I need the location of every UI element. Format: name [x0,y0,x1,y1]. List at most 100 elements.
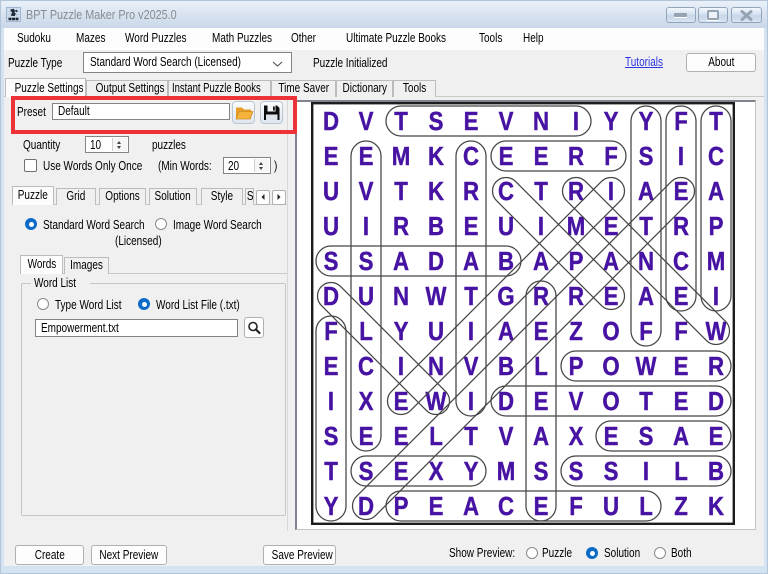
svg-text:C: C [673,248,689,277]
svg-text:F: F [604,143,618,172]
svg-text:Y: Y [324,493,339,522]
svg-text:E: E [429,493,444,522]
svg-text:N: N [428,353,444,382]
svg-text:E: E [394,388,409,417]
svg-text:E: E [324,353,339,382]
svg-text:I: I [468,388,474,417]
svg-text:G: G [497,283,514,312]
svg-text:A: A [673,423,689,452]
svg-text:Z: Z [569,318,583,347]
svg-text:E: E [604,283,619,312]
svg-text:M: M [392,143,411,172]
svg-text:E: E [674,178,689,207]
svg-text:X: X [429,458,444,487]
svg-text:P: P [394,493,409,522]
svg-text:E: E [534,143,549,172]
svg-text:E: E [464,108,479,137]
svg-text:O: O [602,318,619,347]
svg-text:E: E [604,423,619,452]
svg-text:C: C [708,143,724,172]
svg-text:E: E [534,318,549,347]
svg-text:V: V [499,423,514,452]
svg-text:A: A [638,283,654,312]
svg-text:I: I [608,178,614,207]
svg-text:I: I [363,213,369,242]
svg-text:S: S [639,423,654,452]
svg-text:R: R [568,283,584,312]
svg-text:T: T [324,458,338,487]
svg-text:F: F [674,318,688,347]
svg-text:S: S [569,458,584,487]
svg-text:A: A [638,178,654,207]
svg-text:S: S [534,458,549,487]
svg-text:D: D [498,388,514,417]
svg-text:P: P [709,213,724,242]
svg-text:Y: Y [604,108,619,137]
svg-text:A: A [498,318,514,347]
svg-text:A: A [533,248,549,277]
svg-text:L: L [359,318,373,347]
svg-text:A: A [393,248,409,277]
svg-text:B: B [428,213,444,242]
svg-text:W: W [426,283,447,312]
svg-text:A: A [708,178,724,207]
svg-text:I: I [398,353,404,382]
svg-text:C: C [498,493,514,522]
svg-text:K: K [708,493,725,522]
svg-text:E: E [674,388,689,417]
svg-text:A: A [463,493,479,522]
svg-text:U: U [323,178,339,207]
svg-text:A: A [603,248,619,277]
svg-text:D: D [358,493,374,522]
svg-text:V: V [359,178,374,207]
svg-text:T: T [464,423,478,452]
svg-text:M: M [707,248,726,277]
svg-text:N: N [393,283,409,312]
svg-text:B: B [708,458,724,487]
svg-text:R: R [393,213,409,242]
svg-text:D: D [708,388,724,417]
svg-text:Y: Y [464,458,479,487]
svg-text:R: R [568,143,584,172]
svg-text:D: D [428,248,444,277]
svg-text:U: U [323,213,339,242]
svg-text:K: K [428,143,445,172]
svg-text:I: I [328,388,334,417]
svg-text:I: I [538,213,544,242]
svg-text:L: L [639,493,653,522]
svg-text:R: R [463,178,479,207]
svg-text:E: E [709,423,724,452]
svg-text:V: V [569,388,584,417]
svg-text:B: B [498,353,514,382]
svg-text:C: C [463,143,479,172]
svg-text:L: L [429,423,443,452]
svg-text:E: E [534,493,549,522]
svg-text:R: R [568,178,584,207]
svg-text:R: R [533,283,549,312]
svg-text:P: P [569,353,584,382]
svg-text:E: E [464,213,479,242]
svg-text:F: F [639,318,653,347]
svg-text:L: L [674,458,688,487]
svg-text:C: C [358,353,374,382]
svg-text:I: I [678,143,684,172]
svg-text:V: V [359,108,374,137]
svg-text:T: T [709,108,723,137]
svg-text:C: C [498,178,514,207]
svg-text:I: I [468,318,474,347]
svg-text:S: S [604,458,619,487]
svg-text:E: E [674,353,689,382]
svg-text:L: L [534,353,548,382]
svg-text:E: E [359,143,374,172]
svg-text:U: U [358,283,374,312]
svg-text:Y: Y [639,108,654,137]
svg-text:N: N [638,248,654,277]
svg-text:R: R [708,353,724,382]
svg-text:S: S [359,248,374,277]
svg-text:E: E [394,458,409,487]
svg-text:M: M [497,458,516,487]
svg-text:E: E [499,143,514,172]
svg-text:F: F [324,318,338,347]
svg-text:O: O [602,353,619,382]
svg-text:X: X [359,388,374,417]
